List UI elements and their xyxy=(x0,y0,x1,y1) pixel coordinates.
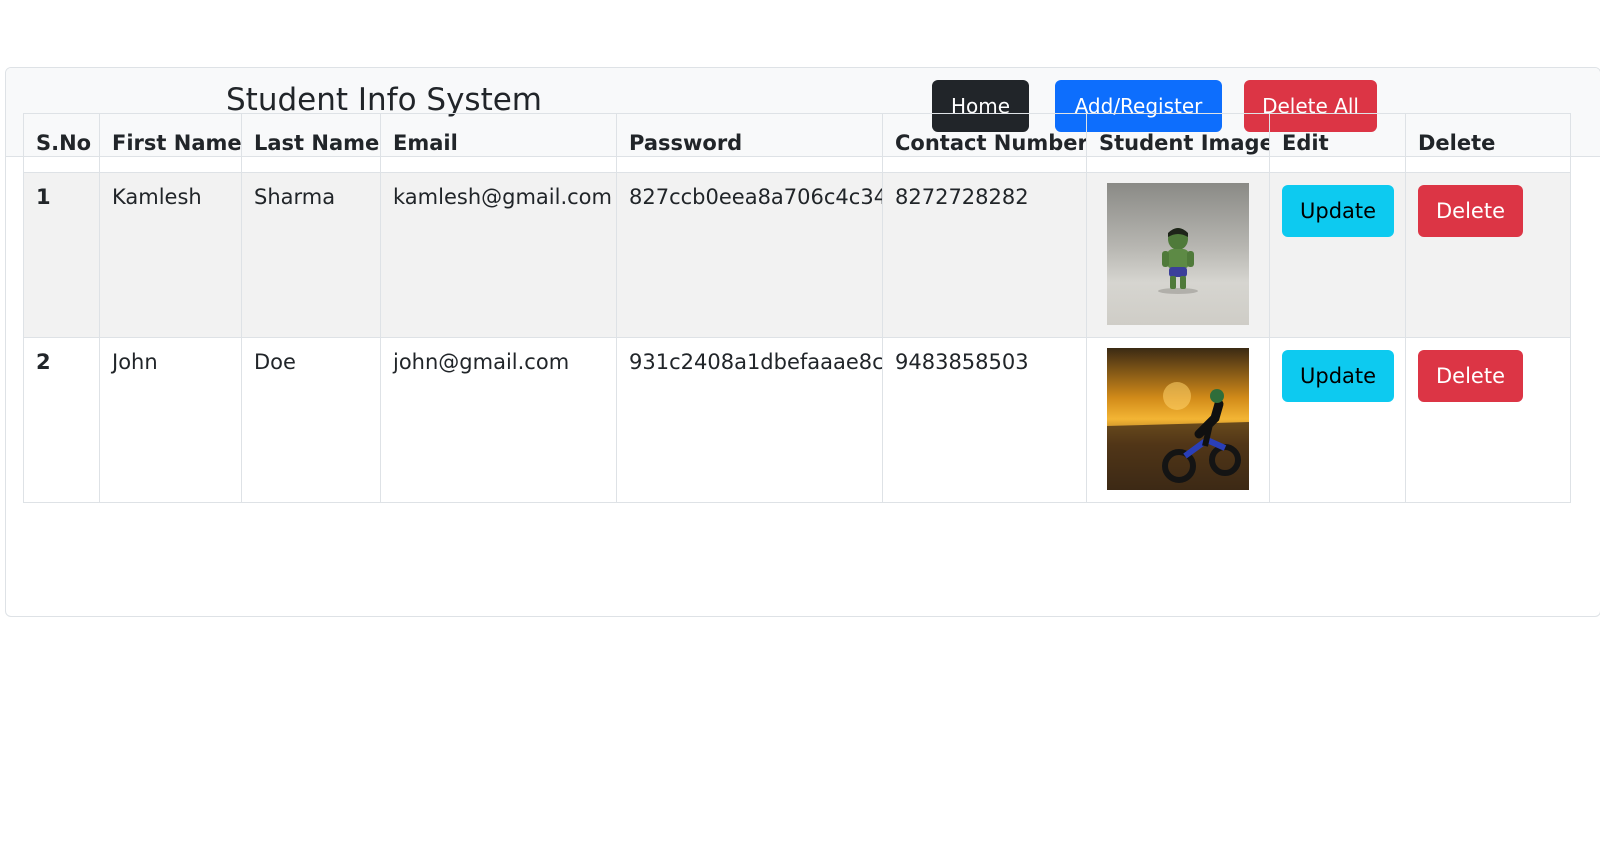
cell-delete: Delete xyxy=(1405,172,1571,338)
hulk-figure-illustration xyxy=(1158,228,1198,294)
cell-contact-number: 8272728282 xyxy=(882,172,1087,338)
cell-edit: Update xyxy=(1269,172,1406,338)
cell-delete: Delete xyxy=(1405,337,1571,503)
column-header-first-name: First Name xyxy=(99,113,242,173)
column-header-email: Email xyxy=(380,113,617,173)
cell-edit: Update xyxy=(1269,337,1406,503)
delete-button[interactable]: Delete xyxy=(1418,185,1523,237)
column-header-student-image: Student Image xyxy=(1086,113,1270,173)
student-photo-motorbike-sunset xyxy=(1107,348,1249,490)
column-header-contact-number: Contact Number xyxy=(882,113,1087,173)
column-header-password: Password xyxy=(616,113,883,173)
table-header-row: S.No First Name Last Name Email Password… xyxy=(23,113,1571,173)
cell-first-name: John xyxy=(99,337,242,503)
cell-last-name: Sharma xyxy=(241,172,381,338)
cell-first-name: Kamlesh xyxy=(99,172,242,338)
column-header-delete: Delete xyxy=(1405,113,1571,173)
cell-last-name: Doe xyxy=(241,337,381,503)
cell-sno: 1 xyxy=(23,172,100,338)
motorbike-illustration xyxy=(1107,382,1249,490)
cell-student-image xyxy=(1086,337,1270,503)
cell-email: john@gmail.com xyxy=(380,337,617,503)
cell-student-image xyxy=(1086,172,1270,338)
column-header-edit: Edit xyxy=(1269,113,1406,173)
cell-email: kamlesh@gmail.com xyxy=(380,172,617,338)
cell-password: 931c2408a1dbefaaae8c xyxy=(616,337,883,503)
table-row: 2 John Doe john@gmail.com 931c2408a1dbef… xyxy=(23,337,1571,503)
cell-sno: 2 xyxy=(23,337,100,503)
students-table: S.No First Name Last Name Email Password… xyxy=(23,113,1571,503)
update-button[interactable]: Update xyxy=(1282,350,1395,402)
cell-password: 827ccb0eea8a706c4c34 xyxy=(616,172,883,338)
update-button[interactable]: Update xyxy=(1282,185,1395,237)
table-row: 1 Kamlesh Sharma kamlesh@gmail.com 827cc… xyxy=(23,172,1571,338)
column-header-sno: S.No xyxy=(23,113,100,173)
delete-button[interactable]: Delete xyxy=(1418,350,1523,402)
column-header-last-name: Last Name xyxy=(241,113,381,173)
student-photo-hulk-figure xyxy=(1107,183,1249,325)
cell-contact-number: 9483858503 xyxy=(882,337,1087,503)
